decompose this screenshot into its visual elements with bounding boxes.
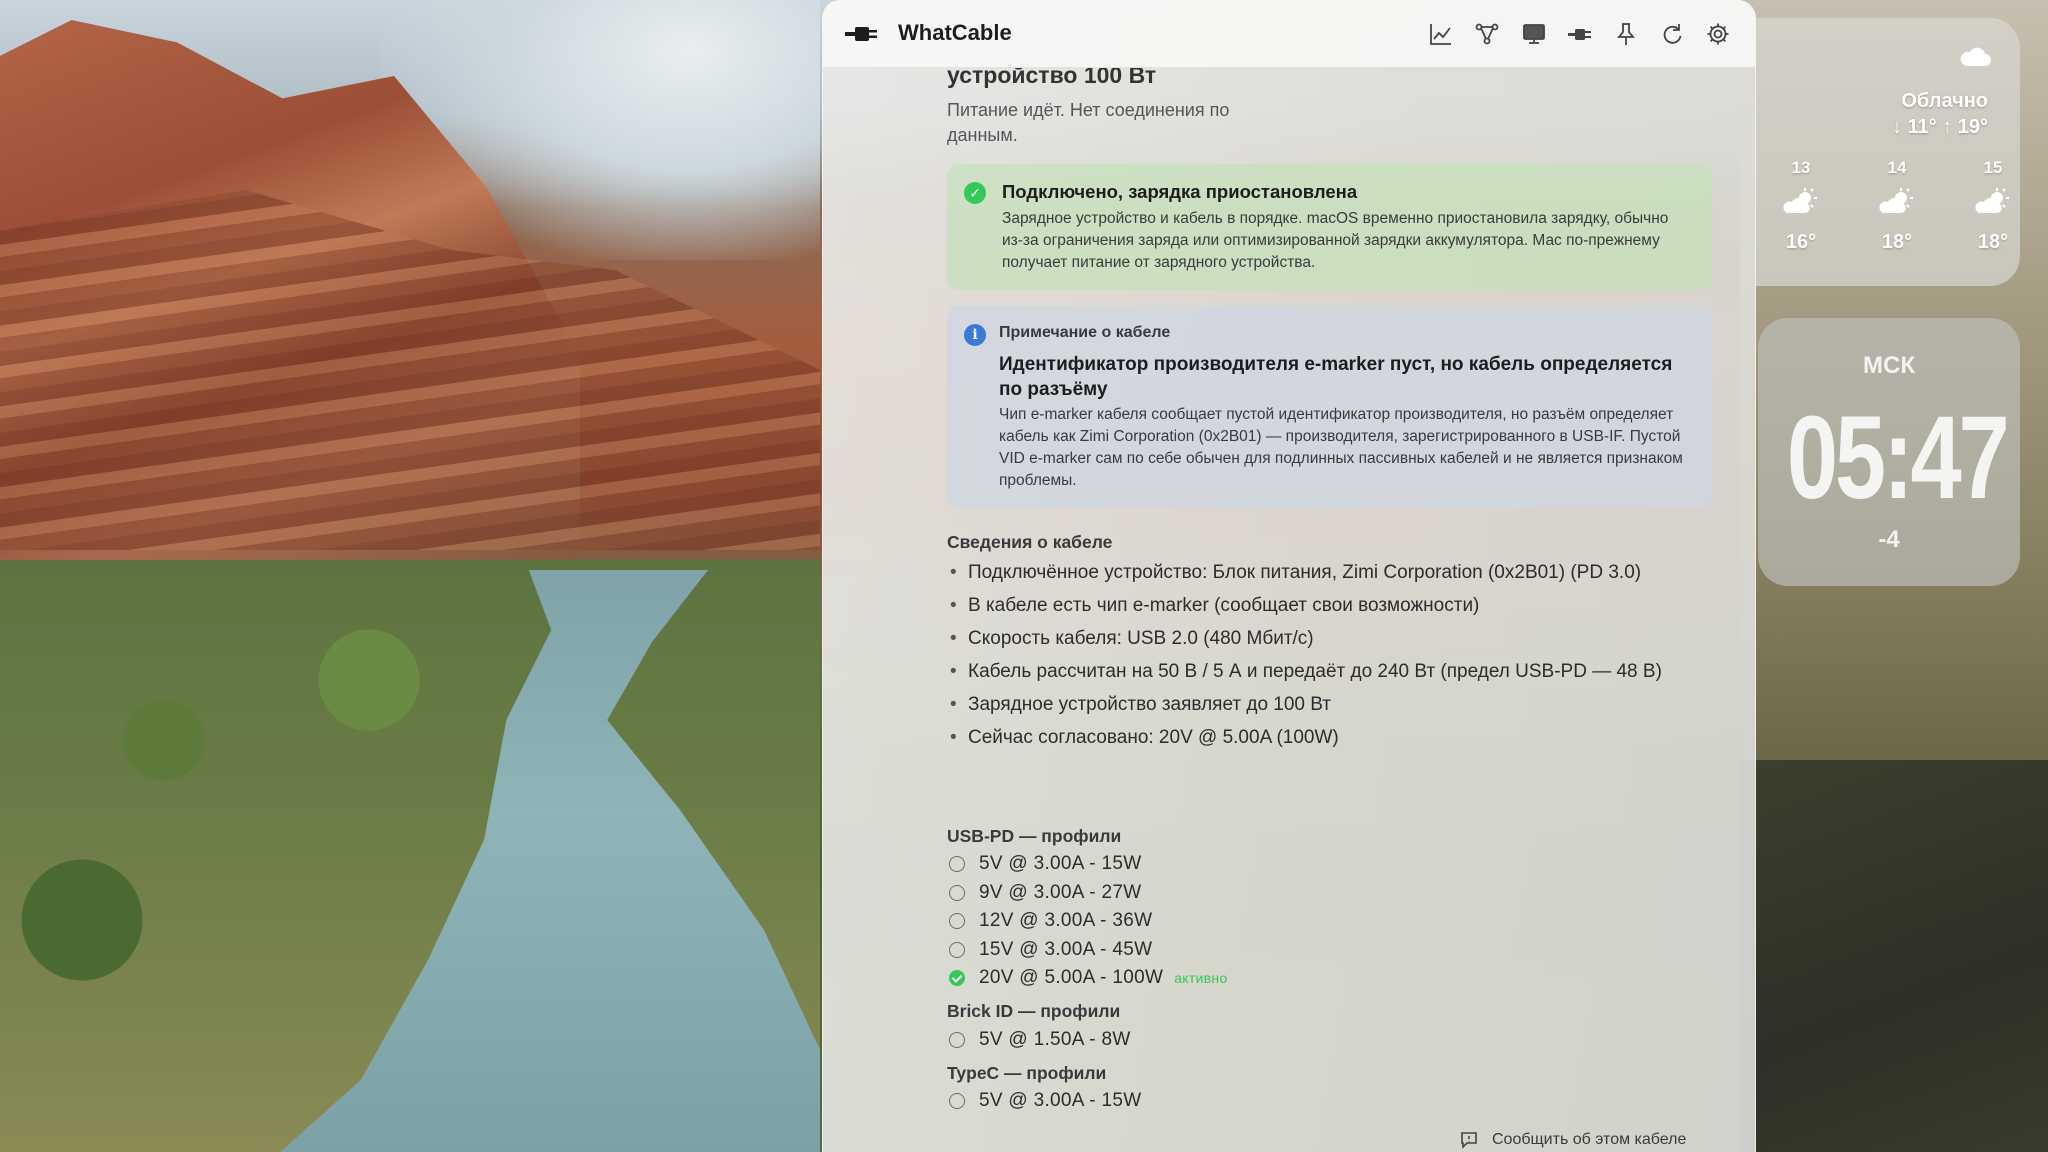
weather-condition: Облачно xyxy=(1901,90,1988,112)
active-badge: активно xyxy=(1174,970,1228,987)
clock-city: МСК xyxy=(1863,352,1915,379)
forecast-day: 14 18° xyxy=(1867,158,1927,254)
display-icon[interactable] xyxy=(1518,18,1550,50)
radio-icon xyxy=(949,856,965,873)
forecast-day: 13 16° xyxy=(1771,158,1831,254)
radio-icon xyxy=(949,941,965,958)
refresh-icon[interactable] xyxy=(1656,18,1688,50)
forecast-day-label: 14 xyxy=(1887,158,1907,177)
profile-label: 15V @ 3.00A - 45W xyxy=(979,938,1153,960)
app-title: WhatCable xyxy=(898,20,1012,45)
forecast-temp: 18° xyxy=(1881,231,1913,253)
profile-option-active[interactable]: 20V @ 5.00A - 100W активно xyxy=(947,964,1228,993)
pin-icon[interactable] xyxy=(1610,18,1642,50)
info-icon: i xyxy=(964,324,986,346)
header-clip: устройство 100 Вт xyxy=(823,68,1755,90)
usbpd-heading: USB-PD — профили xyxy=(947,826,1122,846)
weather-range: ↓ 11° ↑ 19° xyxy=(1891,116,1988,138)
profile-option[interactable]: 15V @ 3.00A - 45W xyxy=(947,936,1228,965)
typec-heading: TypeC — профили xyxy=(947,1063,1107,1083)
profile-option[interactable]: 12V @ 3.00A - 36W xyxy=(947,907,1228,936)
cable-note-title: Идентификатор производителя e-marker пус… xyxy=(999,354,1673,400)
profile-label: 12V @ 3.00A - 36W xyxy=(979,910,1153,932)
profile-option[interactable]: 5V @ 3.00A - 15W xyxy=(947,850,1228,879)
profile-label: 20V @ 5.00A - 100W xyxy=(979,967,1164,989)
profile-label: 9V @ 3.00A - 27W xyxy=(979,881,1142,903)
report-cable-button[interactable]: Сообщить об этом кабеле xyxy=(1459,1130,1686,1150)
clock-widget[interactable]: МСК 05:47 -4 xyxy=(1758,318,2020,586)
typec-profile-list: 5V @ 3.00A - 15W xyxy=(947,1087,1141,1116)
usbpd-profile-list: 5V @ 3.00A - 15W 9V @ 3.00A - 27W 12V @ … xyxy=(947,850,1228,993)
cloud-icon xyxy=(1960,47,1991,66)
cable-note-kicker: Примечание о кабеле xyxy=(999,324,1171,341)
weather-forecast: 13 16° 14 18° 15 18° xyxy=(1756,158,2020,268)
list-item: Кабель рассчитан на 50 В / 5 А и передаё… xyxy=(947,659,1727,684)
profile-label: 5V @ 3.00A - 15W xyxy=(979,853,1142,875)
power-status-text: Питание идёт. Нет соединения по данным. xyxy=(947,100,1230,145)
forecast-day: 15 18° xyxy=(1963,158,2020,254)
list-item: Сейчас согласовано: 20V @ 5.00A (100W) xyxy=(947,725,1727,750)
clock-offset: -4 xyxy=(1878,526,1900,553)
brickid-profile-list: 5V @ 1.50A - 8W xyxy=(947,1026,1131,1055)
forecast-temp: 18° xyxy=(1977,231,2009,253)
profile-label: 5V @ 3.00A - 15W xyxy=(979,1090,1142,1112)
profile-option[interactable]: 5V @ 1.50A - 8W xyxy=(947,1026,1131,1055)
forecast-temp: 16° xyxy=(1785,231,1817,253)
wallpaper-right-shadow xyxy=(1740,760,2048,1152)
status-card-body: Зарядное устройство и кабель в порядке. … xyxy=(1002,210,1669,271)
partly-sunny-icon xyxy=(1783,188,1817,213)
radio-icon xyxy=(949,884,965,901)
brickid-heading: Brick ID — профили xyxy=(947,1001,1121,1021)
cable-logo-icon xyxy=(845,27,877,41)
cable-info-list: Подключённое устройство: Блок питания, Z… xyxy=(947,560,1727,758)
forecast-day-label: 13 xyxy=(1791,158,1811,177)
settings-icon[interactable] xyxy=(1702,18,1734,50)
status-card-title: Подключено, зарядка приостановлена xyxy=(1002,181,1358,202)
radio-icon xyxy=(949,1032,965,1049)
chart-icon[interactable] xyxy=(1425,18,1457,50)
report-cable-label: Сообщить об этом кабеле xyxy=(1492,1131,1687,1148)
weather-widget[interactable]: Облачно ↓ 11° ↑ 19° 13 16° 14 18° 15 18° xyxy=(1756,18,2020,286)
radio-icon xyxy=(949,913,965,930)
list-item: Зарядное устройство заявляет до 100 Вт xyxy=(947,692,1727,717)
whatcable-window: WhatCable устройство 100 Вт Питание идёт… xyxy=(822,0,1756,1152)
cable-note-card: i Примечание о кабеле Идентификатор прои… xyxy=(947,306,1713,508)
profile-label: 5V @ 1.50A - 8W xyxy=(979,1029,1131,1051)
device-title: устройство 100 Вт xyxy=(947,68,1157,88)
cable-info-heading: Сведения о кабеле xyxy=(947,532,1113,552)
clock-time: 05:47 xyxy=(1786,392,2010,524)
active-check-icon xyxy=(949,970,965,987)
partly-sunny-icon xyxy=(1975,188,2009,213)
radio-icon xyxy=(949,1093,965,1110)
titlebar: WhatCable xyxy=(823,0,1755,68)
speech-bubble-icon xyxy=(1461,1132,1477,1149)
checkmark-badge-icon: ✓ xyxy=(964,182,986,204)
status-card: ✓ Подключено, зарядка приостановлена Зар… xyxy=(947,164,1713,290)
list-item: В кабеле есть чип e-marker (сообщает сво… xyxy=(947,593,1727,618)
forecast-day-label: 15 xyxy=(1983,158,2003,177)
profile-option[interactable]: 9V @ 3.00A - 27W xyxy=(947,879,1228,908)
profile-option[interactable]: 5V @ 3.00A - 15W xyxy=(947,1087,1141,1116)
list-item: Подключённое устройство: Блок питания, Z… xyxy=(947,560,1727,585)
cable-icon[interactable] xyxy=(1564,18,1596,50)
partly-sunny-icon xyxy=(1879,188,1913,213)
topology-icon[interactable] xyxy=(1471,18,1503,50)
list-item: Скорость кабеля: USB 2.0 (480 Мбит/с) xyxy=(947,626,1727,651)
cable-note-body: Чип e-marker кабеля сообщает пустой иден… xyxy=(999,406,1683,489)
